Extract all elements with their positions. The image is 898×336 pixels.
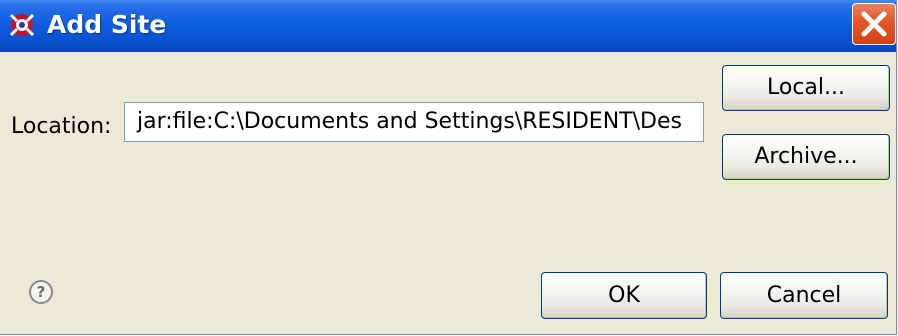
title-bar[interactable]: Add Site (0, 0, 896, 52)
archive-button[interactable]: Archive... (722, 134, 890, 180)
ok-button[interactable]: OK (541, 272, 707, 319)
location-input[interactable]: jar:file:C:\Documents and Settings\RESID… (124, 102, 704, 142)
cancel-button[interactable]: Cancel (720, 272, 888, 319)
dialog-title: Add Site (47, 10, 167, 39)
location-label: Location: (11, 114, 112, 139)
help-icon[interactable]: ? (29, 280, 53, 304)
dialog-body: Location: jar:file:C:\Documents and Sett… (0, 52, 896, 334)
local-button[interactable]: Local... (722, 65, 890, 111)
close-button[interactable] (852, 3, 896, 45)
eclipse-plugin-icon (7, 9, 37, 41)
close-icon (861, 11, 887, 37)
add-site-dialog: Add Site Location: jar:file:C:\Documents… (0, 0, 897, 335)
